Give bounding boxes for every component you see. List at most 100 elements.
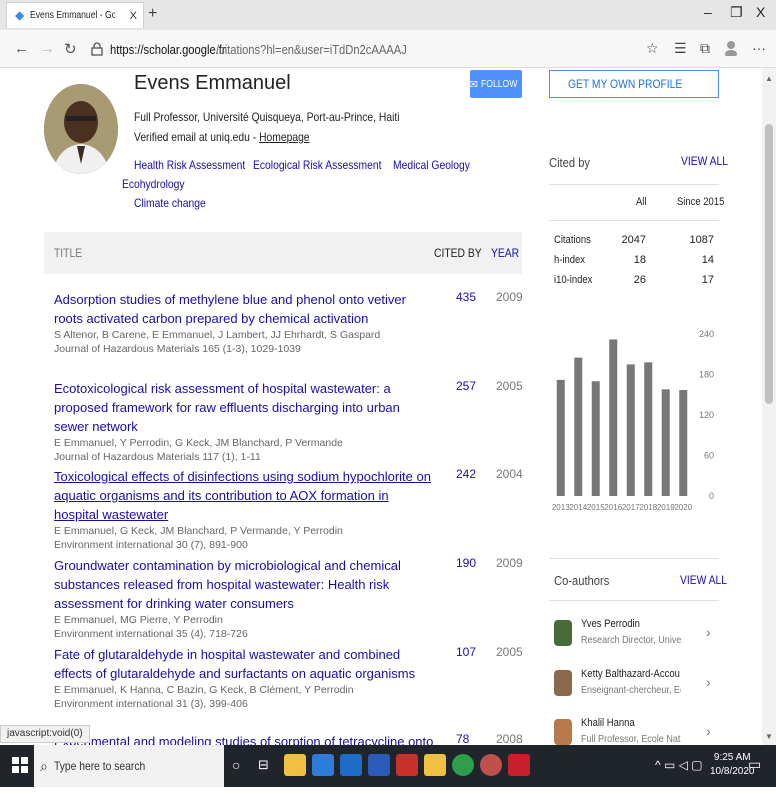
chart-bar-2020[interactable] [679, 390, 688, 496]
taskbar-search-box[interactable]: ⌕ Type here to search [34, 745, 224, 787]
article-row: Ecotoxicological risk assessment of hosp… [54, 379, 524, 464]
profile-affiliation: Full Professor, Université Quisqueya, Po… [134, 110, 400, 124]
cited-by-section: Cited by VIEW ALL [549, 154, 728, 172]
homepage-link[interactable]: Homepage [259, 130, 309, 144]
status-bar: javascript:void(0) [0, 725, 90, 743]
refresh-icon[interactable]: ↻ [64, 40, 77, 58]
get-my-own-profile-button[interactable]: GET MY OWN PROFILE [549, 70, 719, 98]
chart-bar-2018[interactable] [644, 362, 653, 496]
word-icon[interactable] [368, 754, 390, 776]
interest-link[interactable]: Medical Geology [393, 156, 470, 175]
mail-icon: ✉ [468, 78, 478, 91]
follow-button[interactable]: ✉ FOLLOW [468, 70, 522, 98]
article-row: Experimental and modeling studies of sor… [54, 732, 524, 745]
interest-link[interactable]: Climate change [134, 194, 206, 213]
article-row: Adsorption studies of methylene blue and… [54, 290, 524, 356]
url-host: https://scholar.google.fr [110, 41, 226, 57]
verified-email: Verified email at uniq.edu - Homepage [134, 130, 310, 144]
cited-count-link[interactable]: 78 [456, 732, 469, 745]
cited-count-link[interactable]: 107 [456, 645, 476, 659]
coauthor-desc: Full Professor, Ecole Nationale S... [581, 733, 681, 745]
cortana-icon[interactable]: ○ [232, 757, 254, 779]
coauthor-avatar [554, 719, 572, 745]
url-field[interactable]: https://scholar.google.fr/citations?hl=e… [90, 38, 630, 60]
cited-count-link[interactable]: 190 [456, 556, 476, 570]
year-column-header[interactable]: YEAR [491, 246, 519, 260]
profile-avatar-icon[interactable] [724, 40, 738, 59]
tab-close-button[interactable]: X [130, 10, 137, 22]
interest-link[interactable]: Ecological Risk Assessment [253, 156, 381, 175]
interest-link[interactable]: Ecohydrology [122, 175, 185, 194]
coauthor-item[interactable]: Ketty Balthazard-Accou Enseignant-cherch… [554, 668, 724, 708]
article-title-link[interactable]: Ecotoxicological risk assessment of hosp… [54, 379, 434, 436]
edge-browser-icon[interactable] [312, 754, 334, 776]
acrobat-icon[interactable] [508, 754, 530, 776]
metric-since: 17 [701, 274, 714, 286]
chart-bar-2019[interactable] [661, 389, 670, 496]
chart-x-label: 2015 [587, 503, 605, 512]
scrollbar-thumb[interactable] [765, 124, 773, 404]
new-tab-button[interactable]: + [148, 5, 157, 23]
chart-bar-2014[interactable] [574, 357, 583, 496]
coauthor-item[interactable]: Yves Perrodin Research Director, Univers… [554, 618, 724, 658]
notifications-icon[interactable]: ▭ [748, 756, 761, 773]
page-scrollbar[interactable]: ▲ ▼ [762, 68, 776, 745]
cited-by-column-header[interactable]: CITED BY [434, 246, 482, 260]
co-authors-heading: Co-authors [554, 573, 610, 588]
minimize-button[interactable]: – [704, 4, 712, 20]
forward-icon[interactable]: → [40, 40, 55, 57]
article-year: 2009 [496, 556, 523, 570]
coauthor-item[interactable]: Khalil Hanna Full Professor, Ecole Natio… [554, 717, 724, 745]
chart-x-label: 2013 [552, 503, 570, 512]
article-title-link[interactable]: Groundwater contamination by microbiolog… [54, 556, 434, 613]
scroll-down-icon[interactable]: ▼ [765, 732, 773, 741]
cited-count-link[interactable]: 257 [456, 379, 476, 393]
cited-by-view-all-link[interactable]: VIEW ALL [681, 154, 728, 168]
cited-count-link[interactable]: 435 [456, 290, 476, 304]
article-venue: Journal of Hazardous Materials 117 (1), … [54, 451, 261, 463]
file-explorer-icon[interactable] [284, 754, 306, 776]
title-column-header[interactable]: TITLE [54, 246, 82, 260]
favorites-list-icon[interactable]: ☰ [674, 40, 687, 57]
chart-bar-2015[interactable] [591, 381, 600, 496]
chart-x-label: 2016 [604, 503, 622, 512]
article-title-link[interactable]: Adsorption studies of methylene blue and… [54, 290, 434, 328]
chart-bar-2017[interactable] [626, 364, 635, 496]
tab-bar: Evens Emmanuel - Google Schol X + – ❐ X [0, 0, 776, 30]
back-icon[interactable]: ← [14, 40, 29, 57]
close-window-button[interactable]: X [756, 4, 765, 20]
article-venue: Journal of Hazardous Materials 165 (1-3)… [54, 343, 301, 355]
browser-tab[interactable]: Evens Emmanuel - Google Schol X [6, 2, 144, 28]
app-icon[interactable] [396, 754, 418, 776]
article-row: Groundwater contamination by microbiolog… [54, 556, 524, 641]
favorite-star-icon[interactable]: ☆ [646, 40, 659, 57]
maximize-button[interactable]: ❐ [730, 4, 743, 21]
interest-link[interactable]: Health Risk Assessment [134, 156, 245, 175]
cited-count-link[interactable]: 242 [456, 467, 476, 481]
profile-name: Evens Emmanuel [134, 72, 291, 94]
article-title-link[interactable]: Fate of glutaraldehyde in hospital waste… [54, 645, 434, 683]
chart-bar-2013[interactable] [556, 379, 565, 496]
media-icon[interactable] [480, 754, 502, 776]
store-icon[interactable] [340, 754, 362, 776]
co-authors-view-all-link[interactable]: VIEW ALL [680, 573, 727, 587]
system-tray-icons[interactable]: ^ ▭ ◁ ▢ [655, 758, 703, 772]
col-since-header: Since 2015 [677, 196, 725, 208]
chrome-icon[interactable] [452, 754, 474, 776]
task-view-icon[interactable]: ⊟ [258, 757, 280, 779]
collections-icon[interactable]: ⧉ [700, 40, 710, 57]
get-profile-label: GET MY OWN PROFILE [567, 77, 682, 91]
citations-bar-chart: 2013 2014 2015 2016 2017 2018 2019 2020 240 180 12… [552, 329, 714, 512]
scholar-favicon-icon [15, 10, 25, 21]
windows-start-icon[interactable] [12, 757, 28, 773]
scroll-up-icon[interactable]: ▲ [765, 74, 773, 83]
article-title-link[interactable]: Toxicological effects of disinfections u… [54, 467, 434, 524]
article-year: 2009 [496, 290, 523, 304]
chart-bar-2016[interactable] [609, 339, 618, 496]
more-menu-icon[interactable]: ··· [752, 40, 766, 56]
chart-y-tick: 240 [699, 329, 714, 339]
article-title-link[interactable]: Experimental and modeling studies of sor… [54, 732, 434, 745]
email-text: Verified email at uniq.edu - [134, 130, 260, 144]
article-venue: Environment international 31 (3), 399-40… [54, 698, 248, 710]
folder-icon[interactable] [424, 754, 446, 776]
